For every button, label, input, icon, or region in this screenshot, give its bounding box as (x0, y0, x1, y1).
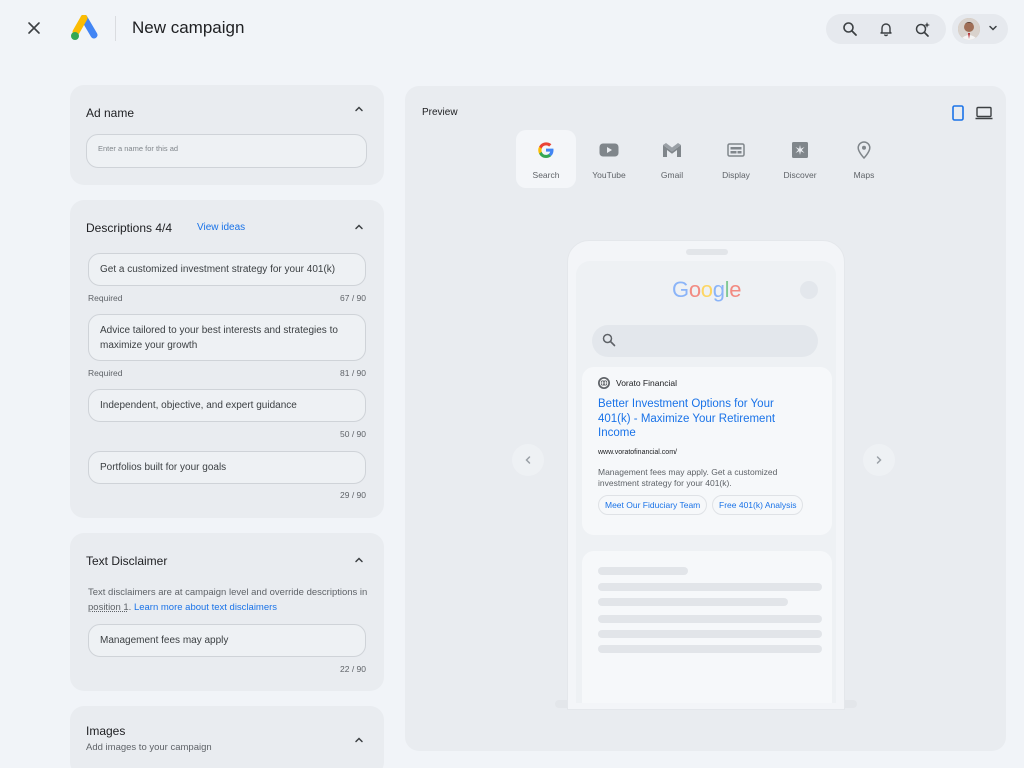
chevron-up-icon[interactable] (351, 732, 367, 748)
top-bar: New campaign (0, 0, 1024, 58)
ad-headline[interactable]: Better Investment Options for Your 401(k… (598, 397, 798, 441)
ad-url: www.voratofinancial.com/ (598, 449, 677, 456)
ad-description: Management fees may apply. Get a customi… (598, 467, 778, 488)
phone-screen: Google Google Vorato Financial Better In… (576, 261, 836, 703)
required-label: Required (88, 293, 123, 303)
google-logo-text: Google (576, 261, 577, 262)
display-icon (725, 139, 747, 161)
text-disclaimer-title: Text Disclaimer (86, 554, 168, 568)
description-input-2[interactable]: Advice tailored to your best interests a… (88, 314, 366, 361)
ad-preview-card: Vorato Financial Better Investment Optio… (582, 367, 832, 535)
char-count: 29 / 90 (340, 490, 366, 500)
view-ideas-link[interactable]: View ideas (197, 222, 245, 233)
description-input-3[interactable]: Independent, objective, and expert guida… (88, 389, 366, 422)
description-text: Get a customized investment strategy for… (100, 264, 336, 275)
account-menu[interactable] (952, 14, 1008, 44)
char-count: 22 / 90 (340, 664, 366, 674)
channel-display[interactable]: Display (706, 130, 766, 188)
preview-label: Preview (422, 107, 458, 118)
google-ads-logo-icon (70, 14, 98, 41)
channel-label: Display (722, 170, 750, 180)
search-icon[interactable] (838, 17, 862, 41)
phone-search-bar[interactable] (592, 325, 818, 357)
channel-label: Search (532, 170, 560, 180)
descriptions-title: Descriptions 4/4 (86, 221, 173, 235)
header-actions (826, 14, 946, 44)
description-input-1[interactable]: Get a customized investment strategy for… (88, 253, 366, 286)
disclaimer-text: Management fees may apply (100, 635, 229, 646)
advertiser-row: Vorato Financial (598, 377, 677, 389)
ad-name-placeholder: Enter a name for this ad (98, 144, 179, 153)
account-circle (800, 281, 818, 299)
title-divider (115, 16, 116, 41)
images-subtitle: Add images to your campaign (86, 742, 212, 753)
images-card: Images Add images to your campaign (70, 706, 384, 768)
phone-mockup: Google Google Vorato Financial Better In… (567, 240, 845, 710)
chevron-down-icon (988, 20, 998, 38)
skeleton-line (598, 630, 822, 638)
previous-arrow-icon[interactable] (512, 444, 544, 476)
descriptions-card: Descriptions 4/4 View ideas Get a custom… (70, 200, 384, 518)
skeleton-line (598, 567, 688, 575)
skeleton-line (598, 645, 822, 653)
gmail-icon (661, 139, 683, 161)
learn-more-link[interactable]: Learn more about text disclaimers (134, 602, 277, 613)
images-title: Images (86, 724, 126, 738)
channel-youtube[interactable]: YouTube (579, 130, 639, 188)
chevron-up-icon[interactable] (351, 219, 367, 235)
ad-name-input[interactable]: Enter a name for this ad (86, 134, 367, 168)
ad-name-title: Ad name (86, 106, 135, 120)
char-count: 67 / 90 (340, 293, 366, 303)
next-arrow-icon[interactable] (863, 444, 895, 476)
preview-panel: Preview Search YouTube Gmail Display Dis… (405, 86, 1006, 751)
position-term[interactable]: position 1 (88, 602, 129, 613)
description-text: Portfolios built for your goals (100, 462, 227, 473)
sitelink-analysis[interactable]: Free 401(k) Analysis (712, 495, 804, 515)
maps-pin-icon (853, 139, 875, 161)
advertiser-name: Vorato Financial (616, 378, 677, 388)
ad-name-card: Ad name Enter a name for this ad (70, 85, 384, 185)
youtube-icon (598, 139, 620, 161)
phone-notch (686, 249, 728, 255)
avatar (958, 18, 980, 40)
skeleton-line (598, 615, 822, 623)
text-disclaimer-card: Text Disclaimer Text disclaimers are at … (70, 533, 384, 691)
char-count: 50 / 90 (340, 429, 366, 439)
globe-icon (598, 377, 610, 389)
channel-label: Gmail (660, 170, 684, 180)
page-title: New campaign (132, 18, 245, 37)
sitelink-fiduciary[interactable]: Meet Our Fiduciary Team (598, 495, 708, 515)
search-spark-icon[interactable] (910, 17, 934, 41)
chevron-up-icon[interactable] (351, 552, 367, 568)
discover-icon (789, 139, 811, 161)
mobile-device-icon[interactable] (948, 103, 968, 123)
description-text: Independent, objective, and expert guida… (100, 400, 297, 411)
disclaimer-info: Text disclaimers are at campaign level a… (88, 585, 372, 615)
placeholder-result (582, 551, 832, 703)
google-g-icon (535, 139, 557, 161)
channel-maps[interactable]: Maps (834, 130, 894, 188)
disclaimer-input[interactable]: Management fees may apply (88, 624, 366, 657)
channel-label: YouTube (592, 170, 626, 180)
description-text: Advice tailored to your best interests a… (100, 324, 338, 351)
char-count: 81 / 90 (340, 368, 366, 378)
google-logo: Google (672, 277, 742, 302)
required-label: Required (88, 368, 123, 378)
channel-discover[interactable]: Discover (770, 130, 830, 188)
desktop-device-icon[interactable] (974, 103, 994, 123)
channel-label: Discover (783, 170, 817, 180)
channel-gmail[interactable]: Gmail (642, 130, 702, 188)
channel-label: Maps (853, 170, 875, 180)
disclaimer-info-text: Text disclaimers are at campaign level a… (88, 587, 368, 598)
skeleton-line (598, 598, 788, 606)
channel-search[interactable]: Search (516, 130, 576, 188)
chevron-up-icon[interactable] (351, 101, 367, 117)
skeleton-line (598, 583, 822, 591)
description-input-4[interactable]: Portfolios built for your goals (88, 451, 366, 484)
close-icon[interactable] (22, 16, 46, 40)
search-icon (602, 333, 616, 352)
bell-icon[interactable] (874, 17, 898, 41)
